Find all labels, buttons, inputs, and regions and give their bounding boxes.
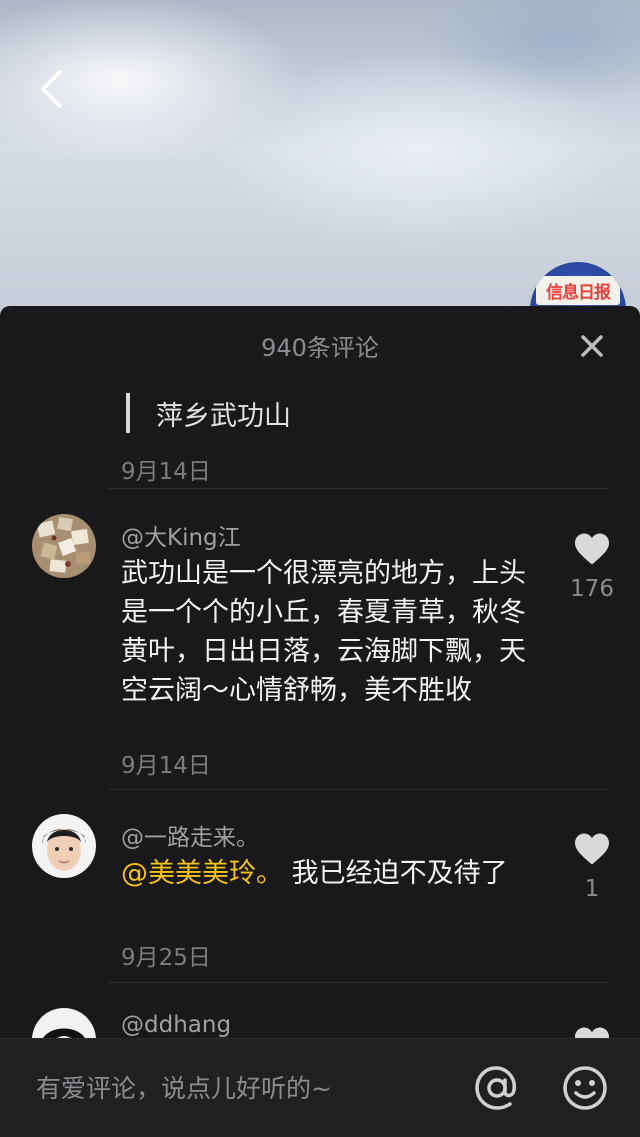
emoji-icon [563,1066,607,1110]
back-button[interactable] [28,64,74,114]
watermark-text: 信息日报 [536,276,620,305]
like-button[interactable]: 176 [560,532,624,602]
at-icon [475,1066,516,1110]
close-icon [581,335,603,357]
comment-composer [0,1038,640,1137]
quote-text: 萍乡武功山 [156,400,291,432]
divider [108,982,610,983]
emoji-button[interactable] [560,1063,610,1113]
comments-panel: 940条评论 萍乡武功山 9月14日 @大King江 武功山是一个很漂亮的地方，… [0,306,640,1136]
comment-date: 9月25日 [121,945,211,971]
comment-count-title: 940条评论 [261,334,379,362]
divider [108,488,610,489]
mention-button[interactable] [472,1063,522,1113]
avatar[interactable] [32,814,96,878]
comment-input[interactable] [36,1067,436,1109]
comment-username[interactable]: @ddhang [121,1012,231,1038]
comment-username[interactable]: @一路走来。 [121,818,259,852]
heart-icon [575,833,609,865]
panel-header: 940条评论 [0,306,640,380]
divider [108,789,610,790]
chevron-left-icon [41,70,62,108]
comment-text-block: @美美美玲。 我已经迫不及待了 [121,854,531,893]
like-button[interactable]: 1 [560,832,624,902]
quoted-post: 萍乡武功山 [126,392,291,434]
avatar[interactable] [32,514,96,578]
comment-text: 武功山是一个很漂亮的地方，上头是一个个的小丘，春夏青草，秋冬黄叶，日出日落，云海… [121,558,526,706]
mention-link[interactable]: @美美美玲。 [121,858,283,889]
like-count: 176 [570,576,614,602]
comment-username[interactable]: @大King江 [121,518,241,552]
heart-icon [575,533,609,565]
comment-text: 我已经迫不及待了 [283,858,508,889]
quote-bar [126,393,130,433]
close-button[interactable] [572,326,612,366]
comment-date: 9月14日 [121,753,211,779]
quote-date: 9月14日 [121,459,211,485]
like-count: 1 [584,876,600,902]
